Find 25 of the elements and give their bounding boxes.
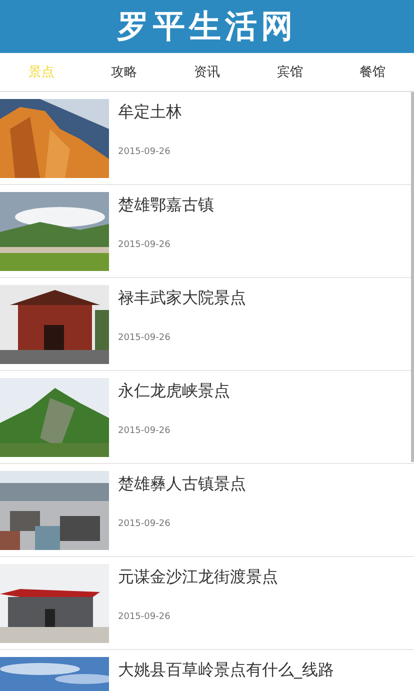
article-title: 楚雄彝人古镇景点 [118, 473, 246, 495]
article-date: 2015-09-26 [118, 333, 172, 343]
article-item[interactable]: 楚雄鄂嘉古镇 2015-09-26 [0, 185, 414, 278]
article-item[interactable]: 元谋金沙江龙街渡景点 2015-09-26 [0, 557, 414, 650]
article-item[interactable]: 牟定土林 2015-09-26 [0, 92, 414, 185]
article-item[interactable]: 楚雄彝人古镇景点 2015-09-26 [0, 464, 414, 557]
article-title: 永仁龙虎峡景点 [118, 380, 230, 402]
article-title: 楚雄鄂嘉古镇 [118, 194, 214, 216]
article-title: 牟定土林 [118, 101, 182, 123]
article-title: 禄丰武家大院景点 [118, 287, 246, 309]
article-date: 2015-09-26 [118, 426, 172, 436]
article-item[interactable]: 禄丰武家大院景点 2015-09-26 [0, 278, 414, 371]
site-title: 罗平生活网 [117, 6, 297, 46]
article-date: 2015-09-26 [118, 240, 172, 250]
article-date: 2015-09-26 [118, 612, 172, 622]
tab[interactable]: 餐馆 [331, 53, 414, 91]
tab[interactable]: 资讯 [166, 53, 248, 91]
article-item[interactable]: 永仁龙虎峡景点 2015-09-26 [0, 371, 414, 464]
article-date: 2015-09-26 [118, 519, 172, 529]
tab[interactable]: 宾馆 [248, 53, 332, 91]
article-title: 元谋金沙江龙街渡景点 [118, 566, 278, 588]
article-item[interactable]: 大姚县百草岭景点有什么_线路 [0, 650, 414, 691]
tab[interactable]: 攻略 [82, 53, 166, 91]
article-title: 大姚县百草岭景点有什么_线路 [118, 659, 334, 681]
article-date: 2015-09-26 [118, 147, 172, 157]
